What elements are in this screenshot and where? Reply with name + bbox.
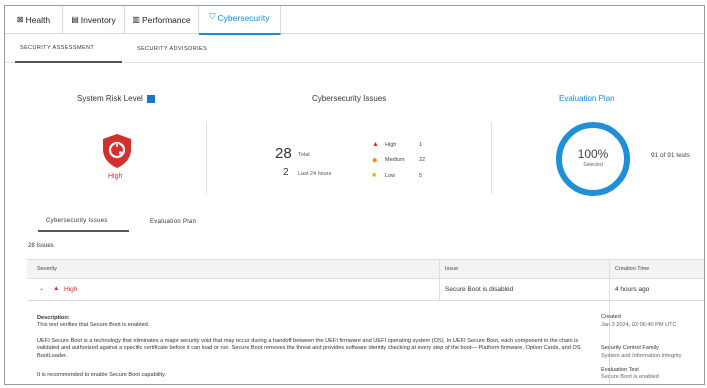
column-separator: [609, 279, 610, 300]
issues-table-header: Severity Issue Creation Time: [27, 259, 704, 279]
severity-medium-label: Medium: [385, 157, 405, 163]
row-creation-time: 4 hours ago: [615, 286, 650, 293]
column-header-issue[interactable]: Issue: [445, 266, 458, 272]
severity-medium-row: ◆ Medium 22: [372, 156, 452, 164]
tab-performance[interactable]: ▥ Performance: [125, 6, 199, 34]
evaluation-plan-link[interactable]: Evaluation Plan: [559, 94, 615, 103]
row-issue: Secure Boot is disabled: [445, 286, 514, 293]
tab-performance-label: Performance: [141, 15, 191, 25]
family-label: Security Control Family: [601, 345, 659, 351]
table-row[interactable]: ⌄ ▲ High Secure Boot is disabled 4 hours…: [27, 279, 704, 301]
medium-diamond-icon: ◆: [372, 157, 378, 164]
tab-health[interactable]: ⊠ Health: [5, 6, 63, 34]
column-header-severity[interactable]: Severity: [37, 266, 57, 272]
tab-evaluation-plan[interactable]: Evaluation Plan: [150, 211, 196, 232]
created-label: Created: [601, 314, 621, 320]
risk-level-label: System Risk Level: [77, 94, 143, 103]
issues-summary-title: Cybersecurity Issues: [312, 94, 387, 103]
test-label: Evaluation Test: [601, 367, 639, 373]
warning-triangle-icon: ▲: [372, 141, 379, 148]
severity-high-row: ▲ High 1: [372, 141, 452, 148]
created-value: Jan 3 2024, 02:06:40 PM UTC: [601, 322, 677, 328]
tab-security-advisories[interactable]: Security Advisories: [137, 35, 207, 63]
assessment-tabs: Security Assessment Security Advisories: [5, 35, 704, 63]
risk-level-value: High: [108, 173, 123, 180]
row-severity: High: [64, 286, 78, 293]
issues-count: 28 Issues: [28, 243, 54, 249]
recommendation-text: It is recommended to enable Secure Boot …: [37, 372, 166, 378]
evaluation-tests-count: 91 of 91 tests: [651, 152, 691, 159]
tab-health-label: Health: [25, 15, 51, 25]
health-icon: ⊠: [16, 15, 24, 24]
performance-icon: ▥: [132, 15, 140, 24]
description-body: UEFI Secure Boot is a technology that el…: [37, 338, 581, 359]
high-risk-shield-icon: [103, 134, 131, 168]
column-separator: [609, 260, 610, 278]
divider: [491, 122, 492, 194]
tab-security-assessment[interactable]: Security Assessment: [15, 35, 122, 63]
collapse-chevron-icon[interactable]: ⌄: [39, 285, 44, 292]
main-tabs: ⊠ Health ▤ Inventory ▥ Performance ⛉ Cyb…: [5, 6, 704, 35]
evaluation-percent: 100%: [577, 147, 609, 161]
column-separator: [439, 279, 440, 300]
total-issues-count: 28: [275, 145, 292, 162]
issues-tabs: Cybersecurity Issues Evaluation Plan: [5, 211, 704, 233]
inventory-icon: ▤: [71, 15, 79, 24]
shield-icon: ⛉: [209, 12, 216, 21]
severity-low-label: Low: [385, 172, 396, 179]
test-value: Secure Boot is enabled: [601, 374, 659, 380]
divider: [206, 122, 207, 194]
tab-cybersecurity-issues[interactable]: Cybersecurity Issues: [38, 211, 129, 232]
severity-medium-count: 22: [419, 157, 426, 163]
family-value: System and Information Integrity: [601, 353, 682, 359]
description-text: This test verifies that Secure Boot is e…: [37, 322, 150, 328]
column-separator: [439, 260, 440, 278]
recent-issues-count: 2: [283, 167, 289, 178]
severity-high-label: High: [385, 141, 397, 148]
risk-level-title: System Risk Level: [77, 94, 155, 103]
low-square-icon: ■: [372, 172, 377, 179]
tab-cybersecurity[interactable]: ⛉ Cybersecurity: [199, 6, 281, 35]
tab-inventory-label: Inventory: [80, 15, 116, 25]
severity-low-count: 5: [419, 172, 423, 179]
column-header-creation-time[interactable]: Creation Time: [615, 266, 649, 272]
total-issues-label: Total: [298, 152, 310, 158]
severity-low-row: ■ Low 5: [372, 172, 452, 179]
high-warning-icon: ▲: [53, 285, 60, 292]
tab-cybersecurity-label: Cybersecurity: [217, 13, 270, 23]
severity-high-count: 1: [419, 141, 423, 148]
recent-issues-label: Last 24 hours: [298, 171, 332, 177]
cybersecurity-panel: ⊠ Health ▤ Inventory ▥ Performance ⛉ Cyb…: [4, 5, 705, 385]
tab-inventory[interactable]: ▤ Inventory: [63, 6, 125, 34]
evaluation-percent-label: Selected: [583, 162, 603, 168]
info-square-icon[interactable]: [146, 94, 155, 103]
